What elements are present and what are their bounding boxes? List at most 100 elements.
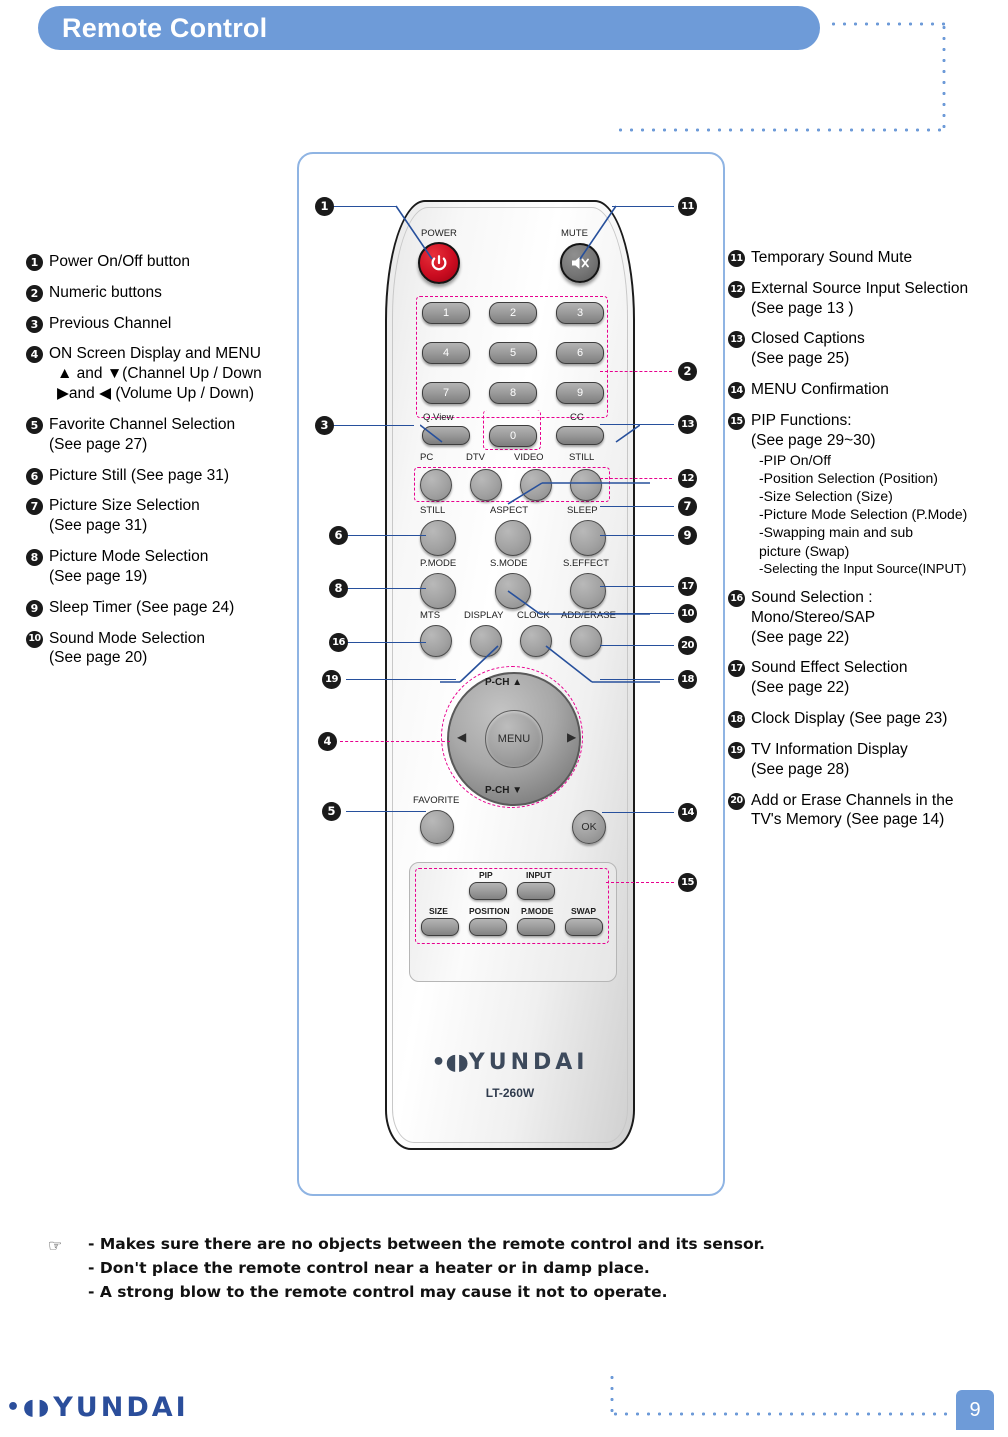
callout-marker-7: 7 [678, 497, 697, 516]
legend-label: Picture Mode Selection [49, 548, 209, 566]
menu-label: MENU [497, 733, 531, 745]
callout-marker-4: 4 [318, 732, 337, 751]
still-input-label: STILL [569, 452, 595, 463]
pip-button[interactable] [469, 882, 507, 900]
page-number-badge: 9 [956, 1390, 994, 1430]
pip-pmode-label: P.MODE [521, 906, 554, 916]
legend-label: TV Information Display [751, 740, 908, 758]
nav-down-text: P-CH [485, 785, 510, 796]
footer-logo: •◖◗ YUNDAI [6, 1392, 189, 1423]
favorite-label: FAVORITE [413, 795, 460, 806]
legend-label: Power On/Off button [49, 253, 191, 270]
favorite-button[interactable] [420, 810, 454, 844]
pip-label: PIP [479, 870, 493, 880]
leader-line-14 [602, 812, 674, 813]
legend-bullet: 18 [728, 711, 745, 729]
legend-label: ON Screen Display and MENU [49, 345, 261, 363]
notes-block: - Makes sure there are no objects betwee… [48, 1232, 765, 1304]
leader-line-20 [600, 645, 674, 646]
leader-diagonals-top [395, 205, 617, 260]
video-label: VIDEO [514, 452, 544, 463]
note-line: - Makes sure there are no objects betwee… [88, 1235, 765, 1253]
pmode-label: P.MODE [420, 558, 457, 569]
legend-item-10: 10 Sound Mode Selection (See page 20) [26, 629, 304, 669]
number-button-2[interactable]: 2 [489, 302, 537, 324]
volume-left-icon[interactable]: ◀ [457, 730, 466, 744]
legend-label: Closed Captions [751, 330, 865, 348]
ok-label: OK [581, 821, 597, 833]
number-button-1[interactable]: 1 [422, 302, 470, 324]
legend-bullet: 13 [728, 331, 745, 349]
sleep-button[interactable] [570, 520, 606, 556]
legend-channel-line: ▲ and ▼(Channel Up / Down [57, 365, 262, 383]
seffect-label: S.EFFECT [563, 558, 609, 569]
legend-bullet: 20 [728, 792, 745, 810]
position-button[interactable] [469, 918, 507, 936]
legend-item-8: 8 Picture Mode Selection (See page 19) [26, 547, 304, 587]
swap-label: SWAP [571, 906, 597, 916]
legend-label: Temporary Sound Mute [751, 249, 913, 266]
legend-item-19: 19 TV Information Display (See page 28) [728, 740, 1000, 780]
number-button-9[interactable]: 9 [556, 382, 604, 404]
volume-right-icon[interactable]: ▶ [567, 730, 576, 744]
callout-marker-10: 10 [678, 604, 697, 623]
legend-item-11: 11 Temporary Sound Mute [728, 248, 1000, 268]
number-button-6[interactable]: 6 [556, 342, 604, 364]
legend-bullet: 3 [26, 315, 43, 333]
size-label: SIZE [429, 906, 448, 916]
legend-bullet: 9 [26, 599, 43, 617]
number-button-5[interactable]: 5 [489, 342, 537, 364]
input-button[interactable] [517, 882, 555, 900]
legend-bullet: 7 [26, 498, 43, 516]
smode-label: S.MODE [490, 558, 528, 569]
number-button-8[interactable]: 8 [489, 382, 537, 404]
pip-detail: -Picture Mode Selection (P.Mode) [759, 506, 968, 523]
input-label: INPUT [526, 870, 552, 880]
pmode-button[interactable] [420, 573, 456, 609]
leader-line-4 [340, 741, 450, 742]
legend-volume-line: ▶and ◀ (Volume Up / Down) [57, 385, 255, 403]
number-button-3[interactable]: 3 [556, 302, 604, 324]
pip-detail: -PIP On/Off [759, 451, 831, 468]
legend-label: Sound Effect Selection [751, 659, 908, 677]
legend-page-ref: (See page 19) [49, 567, 148, 585]
legend-label: Numeric buttons [49, 283, 162, 301]
legend-label: Previous Channel [49, 314, 172, 332]
legend-label: Sleep Timer (See page 24) [49, 598, 235, 616]
swap-button[interactable] [565, 918, 603, 936]
legend-item-6: 6 Picture Still (See page 31) [26, 466, 304, 486]
legend-item-12: 12 External Source Input Selection (See … [728, 279, 1000, 319]
callout-marker-12: 12 [678, 469, 697, 488]
number-button-4[interactable]: 4 [422, 342, 470, 364]
callout-marker-14: 14 [678, 803, 697, 822]
ok-button[interactable]: OK [572, 810, 606, 844]
mts-label: MTS [420, 610, 441, 621]
note-line: - Don't place the remote control near a … [88, 1259, 650, 1278]
decorative-dotted-line-top [828, 22, 946, 26]
callout-marker-1: 1 [315, 197, 334, 216]
callout-marker-6: 6 [329, 526, 348, 545]
legend-item-4: 4 ON Screen Display and MENU ▲ and ▼(Cha… [26, 344, 304, 403]
legend-bullet: 15 [728, 412, 745, 430]
pip-detail: -Size Selection (Size) [759, 488, 893, 504]
pc-label: PC [420, 452, 434, 463]
legend-sound-modes: Mono/Stereo/SAP [751, 608, 876, 626]
pip-pmode-button[interactable] [517, 918, 555, 936]
number-button-7[interactable]: 7 [422, 382, 470, 404]
legend-label: MENU Confirmation [751, 381, 889, 399]
legend-item-18: 18 Clock Display (See page 23) [728, 709, 1000, 729]
pc-button[interactable] [420, 469, 452, 501]
legend-bullet: 6 [26, 467, 43, 485]
size-button[interactable] [421, 918, 459, 936]
menu-button[interactable]: MENU [485, 710, 543, 768]
leader-line-18 [600, 679, 674, 680]
legend-page-ref: (See page 29~30) [751, 431, 876, 449]
pip-detail: -Selecting the Input Source(INPUT) [759, 560, 967, 576]
aspect-button[interactable] [495, 520, 531, 556]
legend-item-14: 14 MENU Confirmation [728, 380, 1000, 400]
legend-bullet: 10 [26, 630, 43, 648]
callout-marker-9: 9 [678, 526, 697, 545]
still-button[interactable] [420, 520, 456, 556]
leader-line-13 [600, 424, 674, 425]
down-triangle-icon: ▼ [512, 785, 523, 796]
